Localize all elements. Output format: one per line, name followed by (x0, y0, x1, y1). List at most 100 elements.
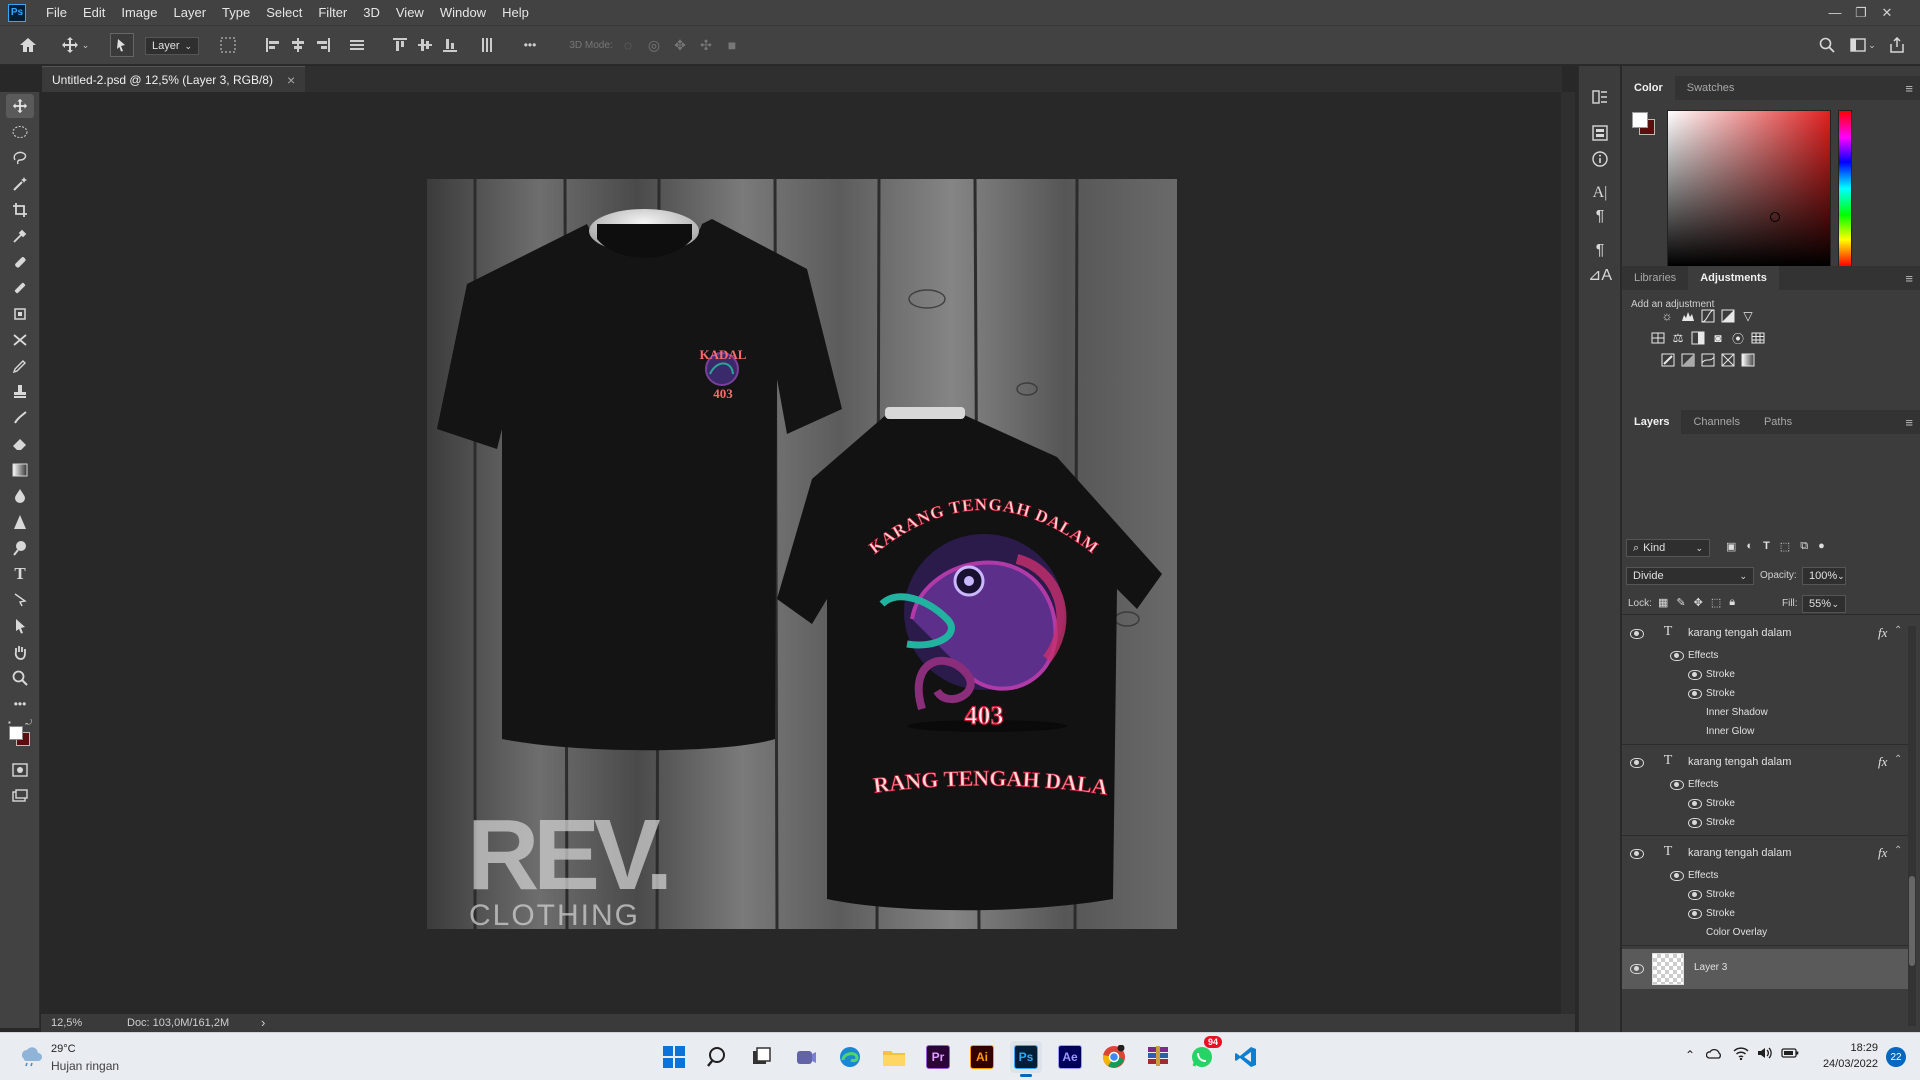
effect-row[interactable]: Stroke (1622, 795, 1912, 814)
gradient-map-icon[interactable] (1739, 351, 1757, 369)
menu-file[interactable]: File (38, 0, 75, 25)
effects-visibility-eye-icon[interactable] (1670, 651, 1684, 661)
layer-name[interactable]: karang tengah dalam (1688, 627, 1791, 639)
menu-edit[interactable]: Edit (75, 0, 113, 25)
align-left-icon[interactable] (263, 33, 283, 57)
notification-count-badge[interactable]: 22 (1886, 1047, 1906, 1067)
menu-filter[interactable]: Filter (310, 0, 355, 25)
color-balance-icon[interactable]: ⚖ (1669, 329, 1687, 347)
layer-visibility-eye-icon[interactable] (1630, 849, 1644, 859)
layer-visibility-eye-icon[interactable] (1630, 964, 1644, 974)
layer-row-selected[interactable]: Layer 3 (1622, 949, 1912, 989)
dodge-tool-icon[interactable] (6, 536, 34, 560)
collapse-effects-icon[interactable]: ⌃ (1894, 754, 1902, 765)
move-tool-icon[interactable] (6, 94, 34, 118)
layer-fx-icon[interactable]: fx (1878, 845, 1887, 861)
crop-tool-icon[interactable] (6, 198, 34, 222)
volume-icon[interactable] (1757, 1046, 1773, 1063)
lock-artboard-icon[interactable]: ⬚ (1711, 596, 1721, 609)
chrome-icon[interactable] (1098, 1041, 1130, 1073)
align-middle-v-icon[interactable] (415, 33, 435, 57)
layer-name[interactable]: karang tengah dalam (1688, 847, 1791, 859)
color-swatches-icon[interactable]: ▪ ⤾ (6, 718, 34, 748)
glyphs-panel-icon[interactable]: ⊿A (1588, 264, 1612, 286)
3d-slide-icon[interactable]: ✣ (696, 33, 716, 57)
file-explorer-icon[interactable] (878, 1041, 910, 1073)
align-center-h-icon[interactable] (288, 33, 308, 57)
effect-row[interactable]: Color Overlay (1622, 924, 1912, 943)
menu-select[interactable]: Select (258, 0, 310, 25)
edit-toolbar-icon[interactable]: ••• (6, 692, 34, 716)
lock-all-icon[interactable]: 🔒︎ (1729, 596, 1735, 609)
photoshop-icon[interactable]: Ps (1010, 1041, 1042, 1077)
lock-position-icon[interactable]: ✥ (1694, 596, 1703, 609)
illustrator-icon[interactable]: Ai (966, 1041, 998, 1073)
gradient-tool-icon[interactable] (6, 458, 34, 482)
paragraph-panel-icon[interactable]: ¶ (1589, 206, 1611, 228)
winrar-icon[interactable] (1142, 1041, 1174, 1073)
search-taskbar-icon[interactable] (702, 1041, 734, 1073)
screen-mode-icon[interactable] (6, 784, 34, 808)
weather-description[interactable]: Hujan ringan (51, 1059, 119, 1073)
canvas-vertical-scrollbar[interactable] (1561, 92, 1575, 1014)
invert-icon[interactable] (1659, 351, 1677, 369)
vscode-icon[interactable] (1230, 1041, 1262, 1073)
effect-row[interactable]: Inner Glow (1622, 723, 1912, 742)
exposure-icon[interactable] (1719, 307, 1737, 325)
layer-filter-kind-dropdown[interactable]: ⌕ Kind ⌄ (1626, 539, 1710, 557)
effect-row[interactable]: Stroke (1622, 814, 1912, 833)
path-selection-tool-icon[interactable] (6, 588, 34, 612)
wifi-icon[interactable] (1733, 1046, 1749, 1063)
character-styles-icon[interactable]: ¶ (1589, 240, 1611, 262)
search-icon[interactable] (1816, 33, 1838, 57)
premiere-icon[interactable]: Pr (922, 1041, 954, 1073)
hue-slider[interactable] (1838, 110, 1852, 267)
levels-icon[interactable] (1679, 307, 1697, 325)
collapse-effects-icon[interactable]: ⌃ (1894, 625, 1902, 636)
color-picker-cursor[interactable] (1770, 212, 1780, 222)
brush-tool-icon[interactable] (6, 276, 34, 300)
layer-fx-icon[interactable]: fx (1878, 625, 1887, 641)
effects-visibility-eye-icon[interactable] (1670, 871, 1684, 881)
menu-image[interactable]: Image (113, 0, 165, 25)
3d-orbit-icon[interactable]: ◌ (618, 33, 638, 57)
foreground-color-swatch[interactable] (9, 726, 23, 740)
menu-window[interactable]: Window (432, 0, 494, 25)
canvas-area[interactable]: KADAL 403 KARANG TENGAH DALAM 403 KARANG… (41, 92, 1561, 1014)
sharpen-tool-icon[interactable] (6, 510, 34, 534)
effect-visibility-eye-icon[interactable] (1688, 909, 1702, 919)
menu-view[interactable]: View (388, 0, 432, 25)
blur-tool-icon[interactable] (6, 484, 34, 508)
show-hidden-icons-icon[interactable]: ⌃ (1685, 1048, 1695, 1062)
filter-smart-object-icon[interactable]: ⧉ (1800, 540, 1808, 553)
direct-selection-tool-icon[interactable] (6, 614, 34, 638)
restore-button[interactable]: ❐ (1848, 0, 1874, 25)
history-panel-icon[interactable] (1589, 86, 1611, 108)
hue-saturation-icon[interactable] (1649, 329, 1667, 347)
layer-name[interactable]: Layer 3 (1694, 962, 1727, 973)
color-field[interactable] (1667, 110, 1831, 267)
color-lookup-icon[interactable] (1749, 329, 1767, 347)
clock-date[interactable]: 24/03/2022 (1808, 1058, 1878, 1070)
tab-swatches[interactable]: Swatches (1675, 76, 1747, 100)
3d-roll-icon[interactable]: ◎ (644, 33, 664, 57)
document-tab[interactable]: Untitled-2.psd @ 12,5% (Layer 3, RGB/8) … (42, 66, 306, 92)
layer-thumbnail[interactable] (1652, 953, 1684, 985)
effect-row[interactable]: Stroke (1622, 685, 1912, 704)
channel-mixer-icon[interactable]: ⦿ (1729, 329, 1747, 347)
lock-image-icon[interactable]: ✎ (1676, 596, 1685, 609)
effects-visibility-eye-icon[interactable] (1670, 780, 1684, 790)
tab-paths[interactable]: Paths (1752, 410, 1804, 434)
clock-time[interactable]: 18:29 (1808, 1042, 1878, 1054)
effects-row[interactable]: Effects (1622, 776, 1912, 795)
align-bottom-icon[interactable] (440, 33, 460, 57)
layer-fx-icon[interactable]: fx (1878, 754, 1887, 770)
lock-transparent-icon[interactable]: ▦ (1658, 596, 1668, 609)
after-effects-icon[interactable]: Ae (1054, 1041, 1086, 1073)
layer-list-scroll-thumb[interactable] (1909, 876, 1915, 966)
align-right-icon[interactable] (313, 33, 333, 57)
menu-help[interactable]: Help (494, 0, 537, 25)
move-tool-preset-icon[interactable]: ⌄ (58, 33, 92, 57)
effect-visibility-eye-icon[interactable] (1688, 818, 1702, 828)
status-menu-arrow-icon[interactable]: › (261, 1015, 265, 1030)
